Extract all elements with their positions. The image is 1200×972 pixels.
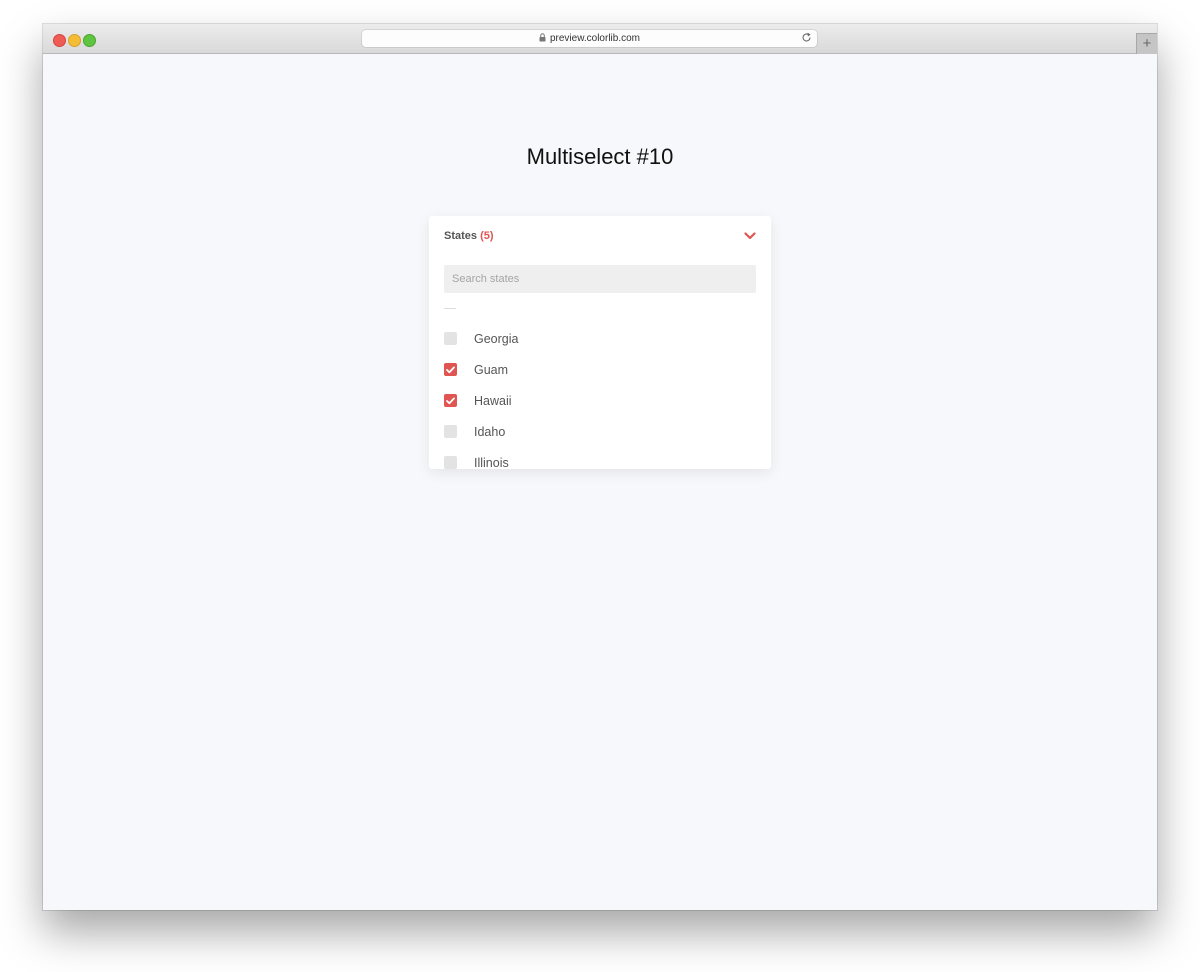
option-checkbox[interactable] (444, 332, 457, 345)
chevron-down-icon[interactable] (744, 232, 756, 240)
list-divider (444, 308, 456, 309)
checkmark-icon (446, 366, 455, 373)
option-checkbox[interactable] (444, 425, 457, 438)
new-tab-button[interactable]: + (1136, 33, 1157, 54)
option-label: Illinois (474, 455, 509, 470)
reload-icon[interactable] (801, 32, 812, 43)
address-bar-url: preview.colorlib.com (549, 33, 641, 44)
option-label: Guam (474, 362, 509, 377)
option-checkbox[interactable] (444, 394, 457, 407)
option-checkbox[interactable] (444, 456, 457, 469)
option-guam[interactable]: Guam (444, 354, 518, 385)
checkmark-icon (446, 397, 455, 404)
option-hawaii[interactable]: Hawaii (444, 385, 518, 416)
option-label: Idaho (474, 424, 506, 439)
option-illinois[interactable]: Illinois (444, 447, 518, 469)
address-bar[interactable]: preview.colorlib.com (362, 30, 817, 47)
selected-count-badge: (5) (480, 230, 494, 242)
option-georgia[interactable]: Georgia (444, 323, 518, 354)
multiselect-label: States (444, 230, 478, 242)
search-input[interactable] (444, 265, 756, 293)
option-label: Georgia (474, 331, 519, 346)
multiselect-dropdown: States (5) Georgia Guam (429, 216, 771, 469)
option-idaho[interactable]: Idaho (444, 416, 518, 447)
browser-titlebar: preview.colorlib.com + (43, 24, 1157, 54)
page-title: Multiselect #10 (526, 144, 674, 169)
close-window-button[interactable] (53, 34, 66, 47)
option-label: Hawaii (474, 393, 512, 408)
minimize-window-button[interactable] (68, 34, 81, 47)
options-list: Georgia Guam Hawaii Idaho Illinois (444, 323, 518, 469)
multiselect-header[interactable]: States (5) (444, 230, 494, 242)
maximize-window-button[interactable] (83, 34, 96, 47)
browser-window: preview.colorlib.com + Multiselect #10 S… (43, 24, 1157, 910)
lock-icon (539, 33, 546, 42)
option-checkbox[interactable] (444, 363, 457, 376)
